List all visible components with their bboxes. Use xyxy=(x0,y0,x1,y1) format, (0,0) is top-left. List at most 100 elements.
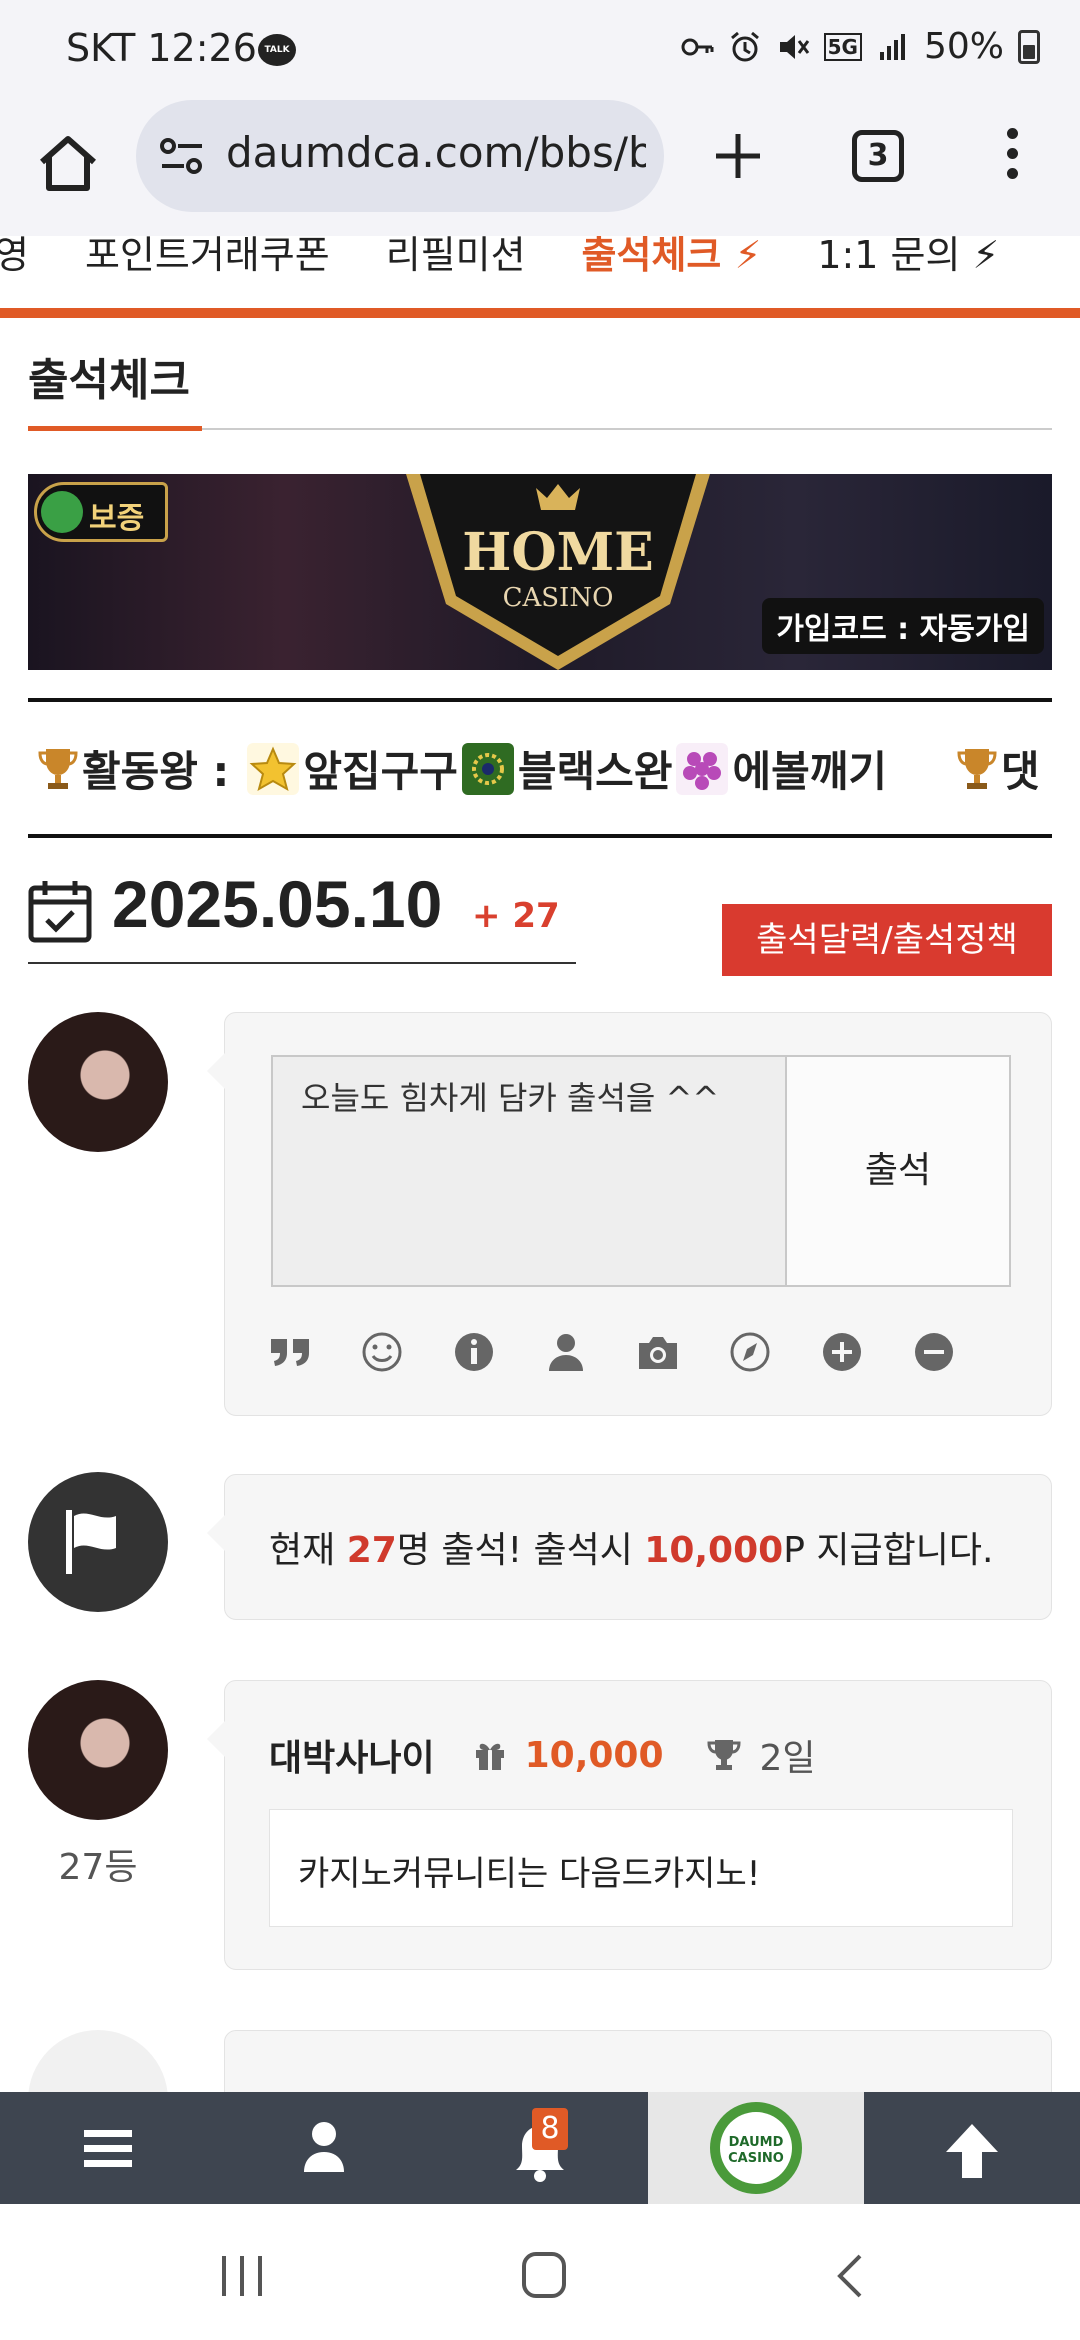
entry-nickname[interactable]: 대박사나이 xyxy=(269,1729,435,1781)
daumd-casino-logo: DAUMD CASINO xyxy=(710,2102,802,2194)
quote-icon[interactable] xyxy=(269,1331,311,1373)
level-wreath-icon xyxy=(461,742,514,795)
alarm-icon xyxy=(730,31,759,61)
level-grape-icon xyxy=(676,742,729,795)
minus-circle-icon[interactable] xyxy=(913,1331,955,1373)
ticker-title: 활동왕 : xyxy=(82,747,230,796)
trophy-icon xyxy=(38,748,78,789)
more-menu-button[interactable] xyxy=(1000,128,1024,188)
notice-count: 27 xyxy=(346,1530,397,1571)
info-icon[interactable] xyxy=(453,1331,495,1373)
new-tab-button[interactable] xyxy=(712,130,764,182)
attendance-entry: 대박사나이 10,000 2일 카지노커뮤니티는 다음드카지노! xyxy=(207,1680,1052,1970)
nav-item-attendance[interactable]: 출석체크 ⚡ xyxy=(582,236,762,279)
site-nav: 영 포인트거래쿠폰 리필미션 출석체크 ⚡ 1:1 문의 ⚡ xyxy=(0,236,1080,308)
trophy-outline-icon xyxy=(707,1740,741,1770)
status-bar: SKT 12:26 TALK 5G 50% xyxy=(0,0,1080,100)
recent-apps-icon[interactable] xyxy=(222,2256,262,2296)
attendance-plus-count: + 27 xyxy=(472,896,560,936)
site-settings-icon[interactable] xyxy=(158,134,206,178)
ad-banner[interactable]: 보증 HOME CASINO 가입코드 : 자동가입 xyxy=(28,474,1052,670)
logo-bottom-text: CASINO xyxy=(728,2151,784,2166)
notice-suffix: P 지급합니다. xyxy=(783,1530,994,1571)
ticker-next-title: 댓 xyxy=(1001,747,1040,796)
ticker-member-3[interactable]: 에볼깨기 xyxy=(732,738,887,799)
entry-rank: 27등 xyxy=(58,1847,138,1888)
compass-icon[interactable] xyxy=(729,1331,771,1373)
carrier-time: SKT 12:26 xyxy=(66,26,257,70)
entry-message: 카지노커뮤니티는 다음드카지노! xyxy=(269,1809,1013,1927)
battery-percent: 50% xyxy=(923,26,1004,67)
plus-circle-icon[interactable] xyxy=(821,1331,863,1373)
battery-icon xyxy=(1018,29,1040,64)
flag-avatar xyxy=(28,1472,168,1612)
entry-avatar[interactable] xyxy=(28,1680,168,1820)
notification-badge: 8 xyxy=(532,2108,568,2150)
back-nav-icon[interactable] xyxy=(837,2254,862,2298)
brand-bottom: CASINO xyxy=(503,583,614,613)
trophy-icon xyxy=(957,748,997,789)
kakaotalk-icon: TALK xyxy=(258,34,296,66)
scroll-top-button[interactable] xyxy=(864,2092,1080,2204)
notice-prefix: 현재 xyxy=(269,1530,347,1571)
home-button[interactable] xyxy=(34,130,102,198)
camera-icon[interactable] xyxy=(637,1331,679,1373)
browser-toolbar: daumdca.com/bbs/b 3 xyxy=(0,100,1080,236)
attendance-policy-button[interactable]: 출석달력/출석정책 xyxy=(722,904,1052,976)
title-accent-line xyxy=(28,426,202,431)
ticker-top-border xyxy=(28,698,1052,702)
attendance-date: 2025.05.10 xyxy=(112,867,443,941)
smile-icon[interactable] xyxy=(361,1331,403,1373)
arrow-up-icon xyxy=(946,2124,998,2178)
key-icon xyxy=(681,38,714,55)
bottom-nav-bar: 8 DAUMD CASINO xyxy=(0,2092,1080,2204)
attendance-submit-button[interactable]: 출석 xyxy=(785,1055,1011,1287)
mute-icon xyxy=(779,34,809,59)
nav-item-point-coupon[interactable]: 포인트거래쿠폰 xyxy=(85,236,330,279)
system-nav-bar xyxy=(0,2204,1080,2340)
signal-icon xyxy=(879,33,905,60)
notifications-button[interactable]: 8 xyxy=(432,2092,648,2204)
entry-points: 10,000 xyxy=(524,1734,664,1776)
nav-item-inquiry[interactable]: 1:1 문의 ⚡ xyxy=(817,236,999,279)
status-icons: 5G 50% xyxy=(680,26,1040,67)
brand-top: HOME xyxy=(462,522,654,583)
logo-top-text: DAUMD xyxy=(729,2135,784,2150)
date-underline xyxy=(28,962,576,964)
home-nav-icon[interactable] xyxy=(522,2252,566,2298)
ticker-member-1[interactable]: 앞집구구 xyxy=(303,738,458,799)
flag-icon xyxy=(66,1510,116,1574)
menu-button[interactable] xyxy=(0,2092,216,2204)
notice-points: 10,000 xyxy=(644,1530,784,1571)
compose-toolbar xyxy=(269,1331,955,1373)
ticker-member-2[interactable]: 블랙스완 xyxy=(518,738,673,799)
guarantee-seal-icon xyxy=(41,491,83,533)
attendance-notice: 현재 27명 출석! 출석시 10,000P 지급합니다. xyxy=(207,1474,1052,1620)
network-type: 5G xyxy=(823,32,862,61)
nav-item-refill-mission[interactable]: 리필미션 xyxy=(386,236,526,279)
calendar-check-icon xyxy=(28,881,92,943)
user-icon[interactable] xyxy=(545,1331,587,1373)
attendance-comment-input[interactable]: 오늘도 힘차게 담카 출석을 ^^ xyxy=(271,1055,785,1287)
my-avatar xyxy=(28,1012,168,1152)
user-icon xyxy=(304,2122,344,2172)
nav-divider xyxy=(0,308,1080,318)
address-bar[interactable]: daumdca.com/bbs/b xyxy=(136,100,664,212)
nav-item[interactable]: 영 xyxy=(0,236,29,279)
entry-days: 2일 xyxy=(759,1738,816,1779)
attendance-compose-card: 오늘도 힘차게 담카 출석을 ^^ 출석 xyxy=(207,1012,1052,1416)
notice-middle: 명 출석! 출석시 xyxy=(396,1530,645,1571)
ticker-bottom-border xyxy=(28,834,1052,838)
level-star-icon xyxy=(247,742,300,795)
tab-switcher-button[interactable]: 3 xyxy=(852,130,904,182)
url-text[interactable]: daumdca.com/bbs/b xyxy=(226,128,646,177)
profile-button[interactable] xyxy=(216,2092,432,2204)
gift-icon xyxy=(475,1743,504,1770)
page-title: 출석체크 xyxy=(28,355,190,406)
site-logo-button[interactable]: DAUMD CASINO xyxy=(648,2092,864,2204)
hamburger-icon xyxy=(84,2130,132,2167)
guarantee-badge: 보증 xyxy=(34,482,168,542)
signup-code-label: 가입코드 : 자동가입 xyxy=(762,598,1044,654)
activity-king-ticker: 활동왕 : 앞집구구 블랙스완 에볼깨기 댓 xyxy=(28,714,1052,814)
home-casino-logo: HOME CASINO xyxy=(406,474,710,670)
